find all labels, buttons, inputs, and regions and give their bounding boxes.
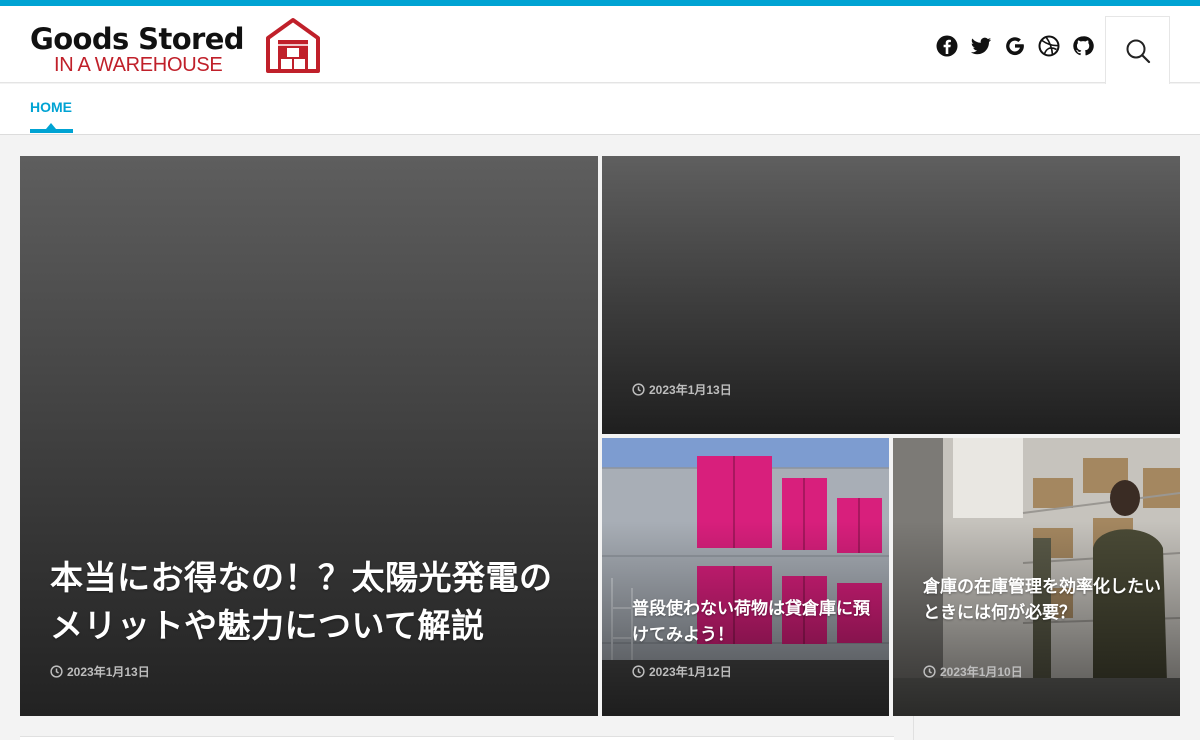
post-date: 2023年1月13日 [632,381,732,398]
github-icon[interactable] [1072,35,1094,57]
site-header: Goods Stored IN A WAREHOUSE [0,6,1200,86]
post-date: 2023年1月13日 [50,663,150,680]
post-card[interactable]: 倉庫の在庫管理を効率化したいときには何が必要？ 2023年1月10日 [893,438,1180,716]
clock-icon [923,665,936,678]
post-card[interactable]: 普段使わない荷物は貸倉庫に預けてみよう！ 2023年1月12日 [602,438,889,716]
post-date: 2023年1月10日 [923,663,1023,680]
google-icon[interactable] [1004,35,1026,57]
content-box-edge [20,736,894,740]
clock-icon [50,665,63,678]
sidebar-divider [913,716,914,740]
dribbble-icon[interactable] [1038,35,1060,57]
post-date-text: 2023年1月12日 [649,665,732,679]
site-logo[interactable]: Goods Stored IN A WAREHOUSE [30,16,330,78]
post-title[interactable]: 普段使わない荷物は貸倉庫に預けてみよう！ [632,596,872,648]
featured-post-card[interactable]: 本当にお得なの！？太陽光発電のメリットや魅力について解説 2023年1月13日 [20,156,598,716]
post-date: 2023年1月12日 [632,663,732,680]
logo-subtitle: IN A WAREHOUSE [54,54,223,76]
main-navigation: HOME [0,84,1200,135]
search-icon [1126,39,1150,64]
nav-item-home[interactable]: HOME [30,99,72,115]
post-title[interactable]: 本当にお得なの！？太陽光発電のメリットや魅力について解説 [50,554,580,650]
nav-active-indicator [30,129,73,133]
search-button[interactable] [1105,16,1170,86]
post-date-text: 2023年1月13日 [649,383,732,397]
post-date-text: 2023年1月13日 [67,665,150,679]
clock-icon [632,665,645,678]
post-title[interactable]: 倉庫の在庫管理を効率化したいときには何が必要？ [923,574,1163,626]
facebook-icon[interactable] [936,35,958,57]
post-date-text: 2023年1月10日 [940,665,1023,679]
social-links [936,35,1094,57]
twitter-icon[interactable] [970,35,992,57]
warehouse-logo-icon [266,18,320,73]
post-card[interactable]: 2023年1月13日 [602,156,1180,434]
clock-icon [632,383,645,396]
logo-title: Goods Stored [30,22,245,56]
